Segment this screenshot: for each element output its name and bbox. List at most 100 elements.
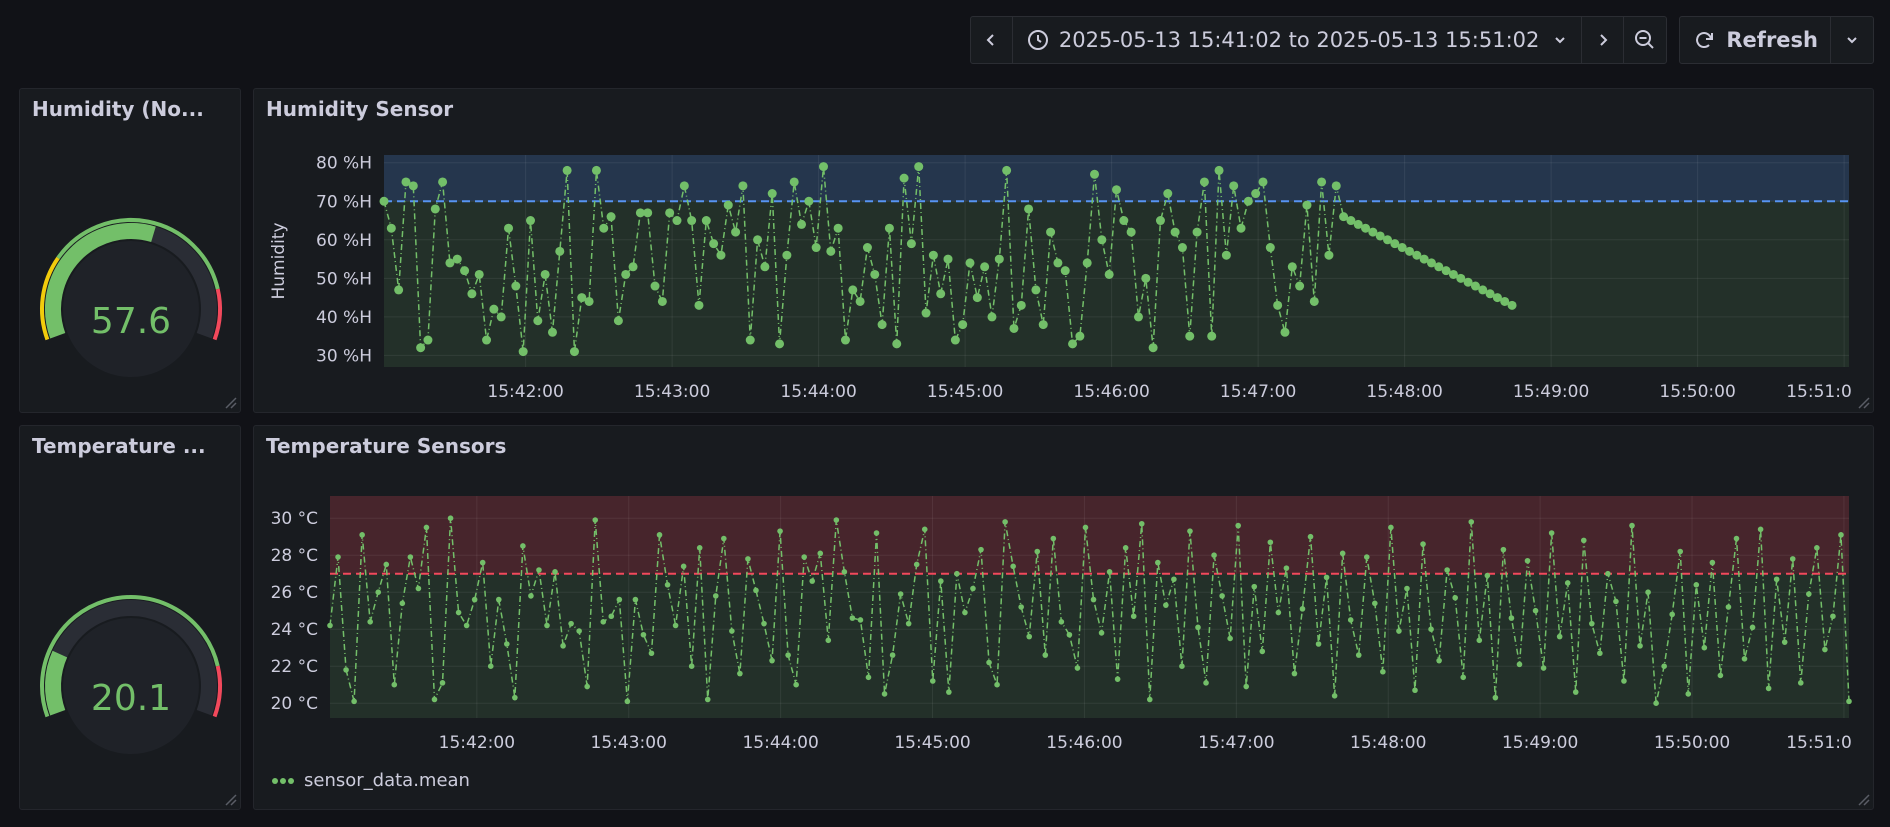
- data-point: [1564, 580, 1571, 586]
- data-point: [777, 528, 783, 534]
- x-tick-label: 15:45:00: [927, 382, 1003, 402]
- x-tick-label: 15:51:0: [1786, 382, 1852, 402]
- data-point: [841, 569, 848, 575]
- time-range-picker[interactable]: 2025-05-13 15:41:02 to 2025-05-13 15:51:…: [1013, 17, 1583, 63]
- data-point: [1010, 563, 1016, 570]
- humidity-gauge-panel[interactable]: Humidity (No... 57.6: [19, 88, 241, 413]
- data-point: [1420, 541, 1426, 547]
- data-point: [1114, 676, 1121, 682]
- data-point: [560, 643, 566, 649]
- data-point: [936, 289, 946, 299]
- data-point: [694, 300, 704, 310]
- data-point: [819, 162, 828, 172]
- x-tick-label: 15:43:00: [591, 733, 667, 753]
- data-point: [391, 681, 398, 688]
- zoom-out-button[interactable]: [1624, 17, 1666, 63]
- data-point: [1018, 604, 1024, 610]
- data-point: [1119, 216, 1129, 226]
- data-point: [520, 543, 526, 549]
- data-point: [379, 196, 389, 206]
- data-point: [1185, 331, 1195, 341]
- data-point: [650, 281, 660, 291]
- data-point: [1024, 204, 1034, 214]
- data-point: [1621, 678, 1627, 684]
- data-point: [972, 293, 982, 303]
- temperature-chart-panel[interactable]: Temperature Sensors 20 °C 22 °C 24 °C 26 °C…: [253, 425, 1874, 810]
- data-point: [1258, 177, 1268, 187]
- data-point: [1038, 320, 1048, 330]
- data-point: [1104, 269, 1114, 279]
- data-point: [511, 281, 521, 291]
- data-point: [1757, 526, 1764, 533]
- data-point: [584, 683, 590, 690]
- refresh-interval-dropdown[interactable]: [1831, 17, 1873, 63]
- data-point: [1677, 548, 1684, 555]
- panel-title: Humidity Sensor: [266, 97, 454, 121]
- resize-handle-icon[interactable]: [223, 792, 237, 806]
- threshold-band-lower: [330, 573, 1849, 718]
- data-point: [954, 570, 960, 577]
- data-point: [785, 652, 791, 658]
- data-point: [656, 532, 663, 538]
- data-point: [1331, 693, 1338, 699]
- data-point: [897, 591, 904, 597]
- data-point: [958, 320, 968, 330]
- time-forward-button[interactable]: [1582, 17, 1625, 63]
- data-point: [1307, 533, 1314, 540]
- data-point: [946, 689, 952, 695]
- data-point: [1339, 550, 1346, 557]
- time-toolbar: 2025-05-13 15:41:02 to 2025-05-13 15:51:…: [969, 16, 1874, 64]
- data-point: [737, 670, 743, 677]
- time-back-button[interactable]: [971, 17, 1013, 63]
- data-point: [1589, 620, 1595, 627]
- data-point: [1163, 602, 1169, 608]
- data-point: [1468, 519, 1475, 525]
- data-point: [1540, 665, 1547, 671]
- data-point: [986, 659, 992, 666]
- data-point: [1773, 576, 1780, 583]
- data-point: [643, 208, 653, 218]
- resize-handle-icon[interactable]: [223, 395, 237, 409]
- data-point: [415, 585, 422, 592]
- data-point: [367, 619, 373, 625]
- data-point: [467, 289, 477, 299]
- data-point: [857, 617, 864, 623]
- panel-title: Temperature Sensors: [266, 434, 507, 458]
- data-point: [1830, 613, 1836, 620]
- data-point: [1074, 665, 1081, 671]
- chart-legend[interactable]: sensor_data.mean: [272, 770, 470, 791]
- threshold-band-upper: [330, 496, 1849, 574]
- data-point: [1452, 594, 1458, 601]
- data-point: [881, 691, 888, 697]
- temperature-timeseries-chart[interactable]: 20 °C 22 °C 24 °C 26 °C 28 °C 30 °C 15:42:00 15…: [254, 426, 1875, 811]
- x-tick-label: 15:50:00: [1659, 382, 1735, 402]
- refresh-button[interactable]: Refresh: [1680, 17, 1831, 63]
- humidity-timeseries-chart[interactable]: 30 %H 40 %H 50 %H 60 %H 70 %H 80 %H 15:42:00 15…: [254, 89, 1875, 414]
- x-tick-label: 15:47:00: [1220, 382, 1296, 402]
- data-point: [664, 582, 671, 588]
- data-point: [782, 250, 792, 260]
- clock-icon: [1027, 30, 1048, 50]
- temperature-gauge: 20.1: [40, 595, 222, 754]
- data-point: [399, 600, 406, 607]
- data-point: [1026, 633, 1033, 640]
- data-point: [568, 620, 574, 627]
- data-point: [849, 615, 856, 621]
- temperature-gauge-panel[interactable]: Temperature ... 20.1: [19, 425, 241, 810]
- data-point: [1317, 177, 1327, 187]
- data-point: [980, 262, 990, 272]
- data-point: [408, 181, 418, 191]
- data-point: [913, 561, 920, 568]
- humidity-chart-panel[interactable]: Humidity Sensor 30 %H 40 %H 50 %H 60 %H 70 %…: [253, 88, 1874, 413]
- data-point: [1002, 165, 1012, 175]
- data-point: [1133, 312, 1143, 322]
- resize-handle-icon[interactable]: [1856, 395, 1870, 409]
- data-point: [809, 578, 816, 584]
- data-point: [1287, 262, 1297, 272]
- resize-handle-icon[interactable]: [1856, 792, 1870, 806]
- data-point: [1211, 552, 1217, 558]
- data-point: [512, 694, 518, 701]
- x-tick-label: 15:42:00: [439, 733, 515, 753]
- data-point: [608, 613, 615, 620]
- data-point: [504, 641, 510, 647]
